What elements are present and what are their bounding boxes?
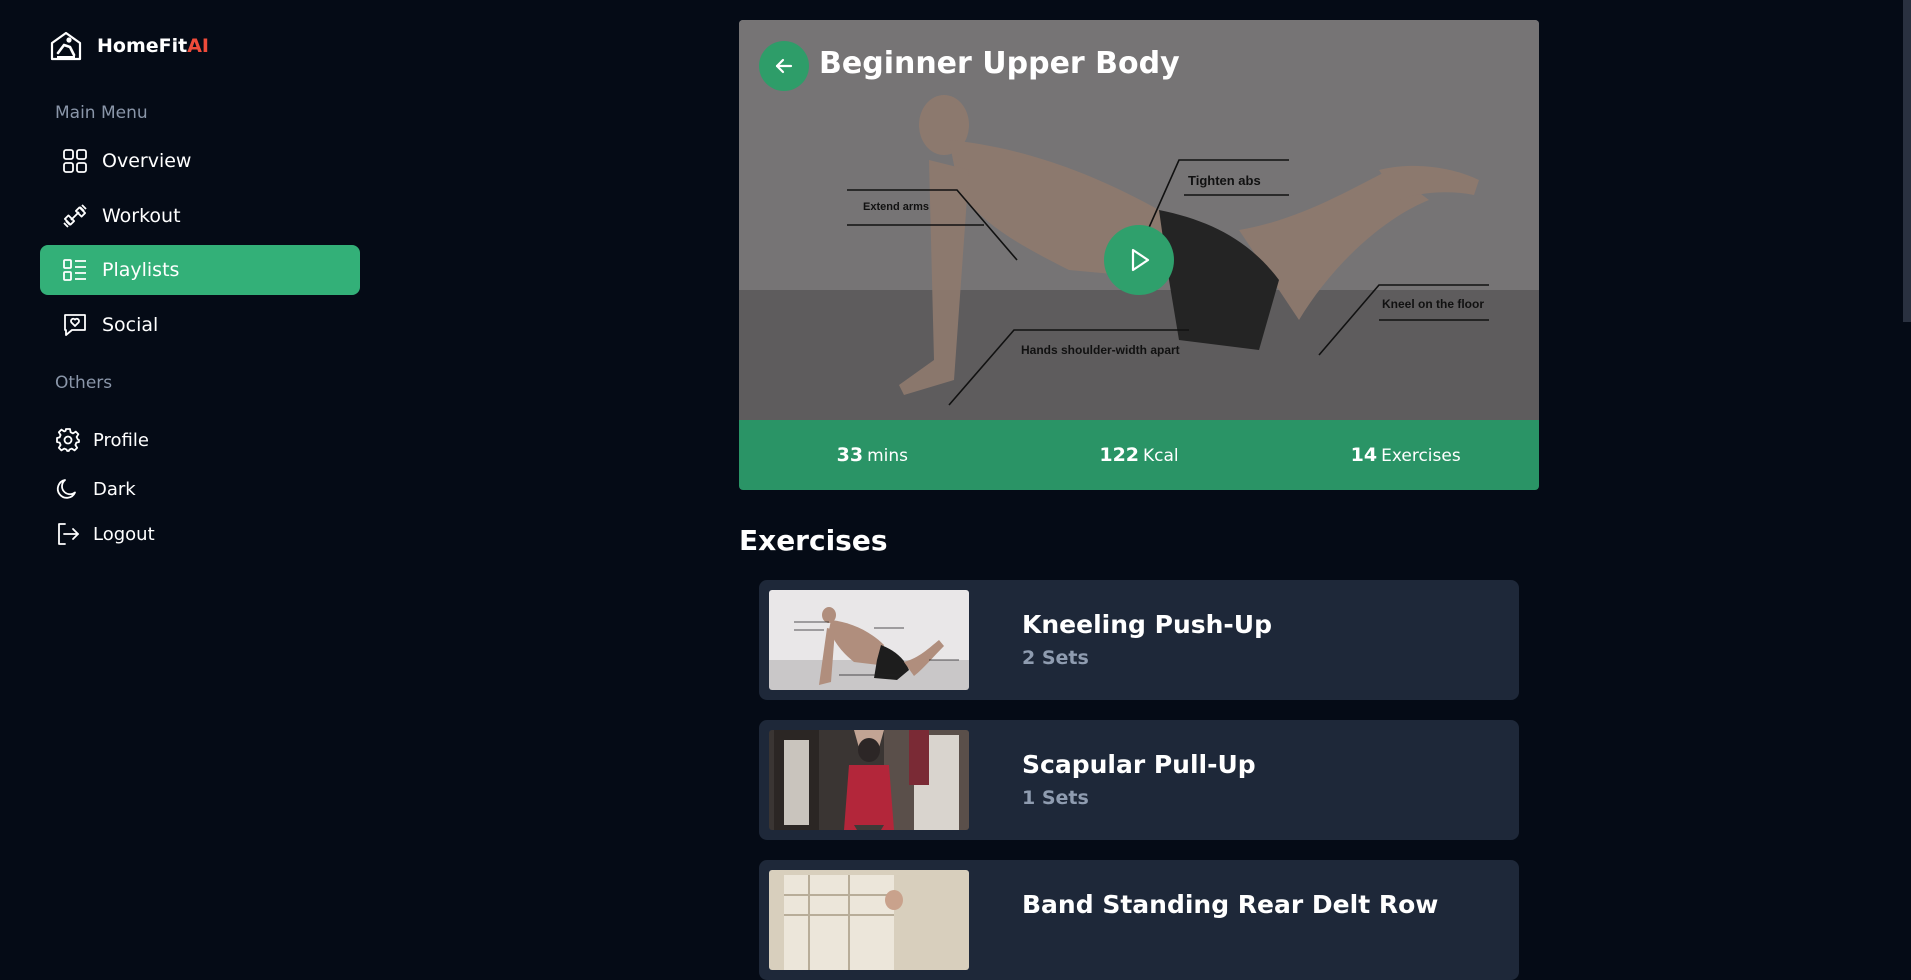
exercise-card[interactable]: Scapular Pull-Up 1 Sets <box>759 720 1519 840</box>
sidebar-item-label: Dark <box>93 478 136 500</box>
stat-exercise-count: 14 Exercises <box>1350 444 1461 466</box>
sidebar-item-label: Playlists <box>102 259 180 281</box>
logout-icon <box>58 523 79 545</box>
sidebar-item-workout[interactable]: Workout <box>40 191 360 241</box>
annotation-extend-arms: Extend arms <box>863 201 929 213</box>
annotation-hands: Hands shoulder-width apart <box>1021 343 1180 357</box>
exercise-thumbnail <box>769 730 969 830</box>
others-label: Others <box>55 373 113 393</box>
sidebar-item-label: Profile <box>93 429 149 451</box>
back-button[interactable] <box>759 41 809 91</box>
sidebar-item-logout[interactable]: Logout <box>55 518 155 550</box>
brand-name: HomeFitAI <box>97 35 209 57</box>
annotation-tighten-abs: Tighten abs <box>1188 173 1261 188</box>
exercise-name: Scapular Pull-Up <box>1022 750 1256 779</box>
home-fitness-logo-icon <box>50 31 82 61</box>
exercise-card[interactable]: Band Standing Rear Delt Row <box>759 860 1519 980</box>
chat-heart-icon <box>64 314 86 336</box>
play-icon <box>1131 248 1150 272</box>
exercise-name: Band Standing Rear Delt Row <box>1022 890 1439 919</box>
exercise-sets: 2 Sets <box>1022 647 1089 669</box>
sidebar-item-profile[interactable]: Profile <box>55 424 149 456</box>
sidebar-item-playlists[interactable]: Playlists <box>40 245 360 295</box>
exercise-name: Kneeling Push-Up <box>1022 610 1272 639</box>
sidebar-item-social[interactable]: Social <box>40 300 360 350</box>
exercise-sets: 1 Sets <box>1022 787 1089 809</box>
sidebar: HomeFitAI Main Menu Overview Workout Pla… <box>0 0 370 910</box>
arrow-left-icon <box>775 58 793 74</box>
page-scrollbar[interactable] <box>1903 0 1911 322</box>
gear-icon <box>56 428 80 452</box>
sidebar-item-label: Workout <box>102 205 181 227</box>
sidebar-item-label: Overview <box>102 150 192 172</box>
sidebar-item-overview[interactable]: Overview <box>40 136 360 186</box>
sidebar-item-label: Logout <box>93 523 155 545</box>
stat-calories: 122 Kcal <box>1099 444 1179 466</box>
list-icon <box>63 259 86 281</box>
exercise-card[interactable]: Kneeling Push-Up 2 Sets <box>759 580 1519 700</box>
stat-duration: 33 mins <box>836 444 909 466</box>
grid-icon <box>63 149 87 173</box>
workout-stats-bar: 33 mins 122 Kcal 14 Exercises <box>739 420 1539 490</box>
exercise-thumbnail <box>769 870 969 970</box>
exercises-heading: Exercises <box>739 524 888 557</box>
exercise-thumbnail <box>769 590 969 690</box>
play-button[interactable] <box>1104 225 1174 295</box>
sidebar-item-dark-mode[interactable]: Dark <box>55 473 136 505</box>
sidebar-item-label: Social <box>102 314 159 336</box>
brand[interactable]: HomeFitAI <box>49 28 209 64</box>
workout-hero: Extend arms Tighten abs Kneel on the flo… <box>739 20 1539 490</box>
workout-title: Beginner Upper Body <box>819 46 1180 81</box>
main-menu-label: Main Menu <box>55 103 148 123</box>
moon-icon <box>56 479 76 499</box>
annotation-kneel: Kneel on the floor <box>1382 297 1484 311</box>
dumbbell-icon <box>63 204 87 228</box>
